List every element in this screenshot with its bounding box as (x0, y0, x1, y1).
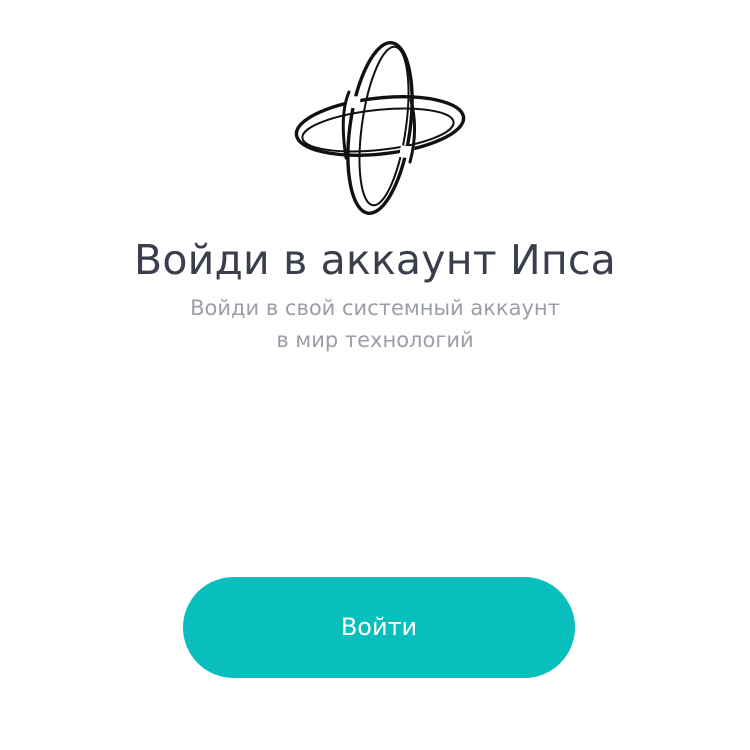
login-button[interactable]: Войти (183, 577, 575, 678)
interlocking-rings-logo-icon (290, 40, 470, 220)
page-subtitle-line-2: в мир технологий (276, 328, 474, 352)
login-screen: Войди в аккаунт Ипса Войди в свой систем… (0, 0, 750, 750)
page-subtitle-line-1: Войди в свой системный аккаунт (190, 296, 560, 320)
page-title: Войди в аккаунт Ипса (134, 236, 616, 284)
